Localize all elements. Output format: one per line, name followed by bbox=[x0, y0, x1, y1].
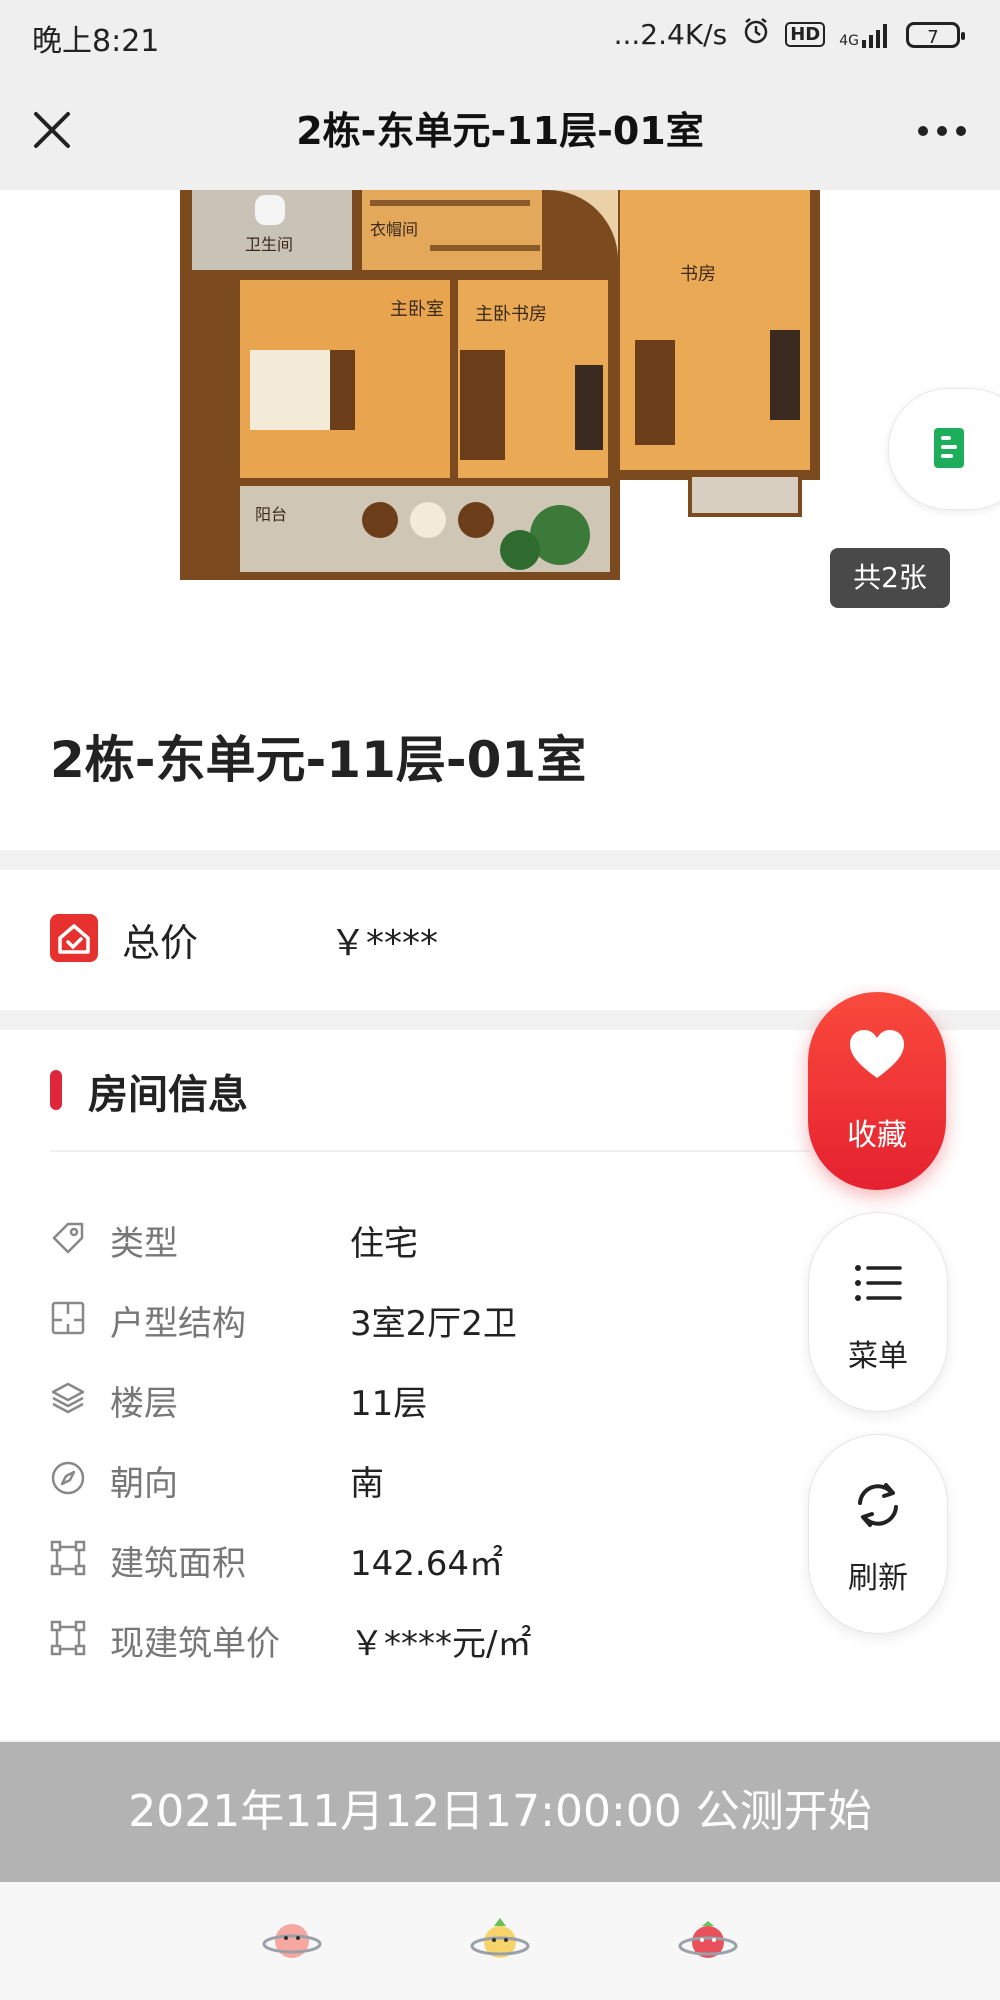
plan-label-master-study: 主卧书房 bbox=[475, 304, 547, 325]
planet-strawberry-icon[interactable] bbox=[678, 1916, 738, 1966]
close-button[interactable] bbox=[28, 100, 76, 160]
launch-banner-text: 2021年11月12日17:00:00 公测开始 bbox=[128, 1786, 872, 1837]
tag-icon bbox=[50, 1220, 86, 1256]
signal-icon: 4G bbox=[839, 22, 892, 48]
menu-label: 菜单 bbox=[848, 1339, 908, 1374]
info-label-orientation: 朝向 bbox=[110, 1464, 178, 1504]
more-dots-icon bbox=[918, 126, 966, 136]
house-name: 2栋-东单元-11层-01室 bbox=[50, 731, 587, 789]
menu-button[interactable]: 菜单 bbox=[808, 1212, 948, 1412]
section-accent-bar bbox=[50, 1070, 62, 1110]
refresh-label: 刷新 bbox=[848, 1561, 908, 1596]
floorplan-icon bbox=[50, 1300, 86, 1336]
favorite-button[interactable]: 收藏 bbox=[808, 992, 946, 1190]
section-title: 房间信息 bbox=[88, 1072, 248, 1118]
planet-peach-icon[interactable] bbox=[262, 1916, 322, 1966]
info-value-orientation: 南 bbox=[350, 1464, 384, 1504]
info-label-area: 建筑面积 bbox=[110, 1544, 246, 1584]
info-value-area: 142.64㎡ bbox=[350, 1544, 503, 1584]
info-label-type: 类型 bbox=[110, 1224, 178, 1264]
compass-icon bbox=[50, 1460, 86, 1496]
info-label-layout: 户型结构 bbox=[110, 1304, 246, 1344]
info-value-floor: 11层 bbox=[350, 1384, 428, 1424]
favorite-label: 收藏 bbox=[847, 1118, 907, 1153]
more-options-button[interactable] bbox=[912, 100, 972, 160]
status-indicators: ...2.4K/s HD 4G 7 bbox=[613, 16, 965, 53]
hd-badge: HD bbox=[785, 22, 826, 47]
list-icon bbox=[809, 1259, 947, 1315]
area-icon bbox=[50, 1540, 86, 1576]
alarm-icon bbox=[741, 16, 771, 53]
price-label: 总价 bbox=[122, 921, 199, 965]
info-value-layout: 3室2厅2卫 bbox=[350, 1304, 517, 1344]
info-label-unit-price: 现建筑单价 bbox=[110, 1624, 280, 1664]
refresh-icon bbox=[809, 1479, 947, 1543]
plan-label-closet: 衣帽间 bbox=[370, 220, 418, 239]
plan-label-balcony: 阳台 bbox=[255, 505, 287, 524]
price-house-icon bbox=[50, 914, 98, 962]
status-time: 晚上8:21 bbox=[32, 24, 160, 59]
price-value: ￥**** bbox=[330, 923, 439, 964]
plan-label-master-bedroom: 主卧室 bbox=[390, 299, 444, 320]
layers-icon bbox=[50, 1380, 86, 1416]
close-icon bbox=[34, 112, 70, 148]
plan-label-study: 书房 bbox=[680, 264, 716, 285]
document-icon bbox=[934, 428, 964, 468]
section-underline bbox=[50, 1150, 810, 1152]
refresh-button[interactable]: 刷新 bbox=[808, 1434, 948, 1634]
planet-pineapple-icon[interactable] bbox=[470, 1916, 530, 1966]
page-title: 2栋-东单元-11层-01室 bbox=[296, 109, 704, 153]
image-count-badge[interactable]: 共2张 bbox=[830, 548, 950, 608]
plan-label-toilet: 卫生间 bbox=[245, 235, 293, 254]
network-speed: ...2.4K/s bbox=[613, 18, 728, 51]
info-label-floor: 楼层 bbox=[110, 1384, 178, 1424]
area-icon bbox=[50, 1620, 86, 1656]
info-value-unit-price: ￥****元/㎡ bbox=[350, 1624, 532, 1664]
heart-icon bbox=[808, 1028, 946, 1094]
info-value-type: 住宅 bbox=[350, 1224, 418, 1264]
section-divider bbox=[0, 850, 1000, 870]
battery-icon: 7 bbox=[906, 21, 965, 48]
